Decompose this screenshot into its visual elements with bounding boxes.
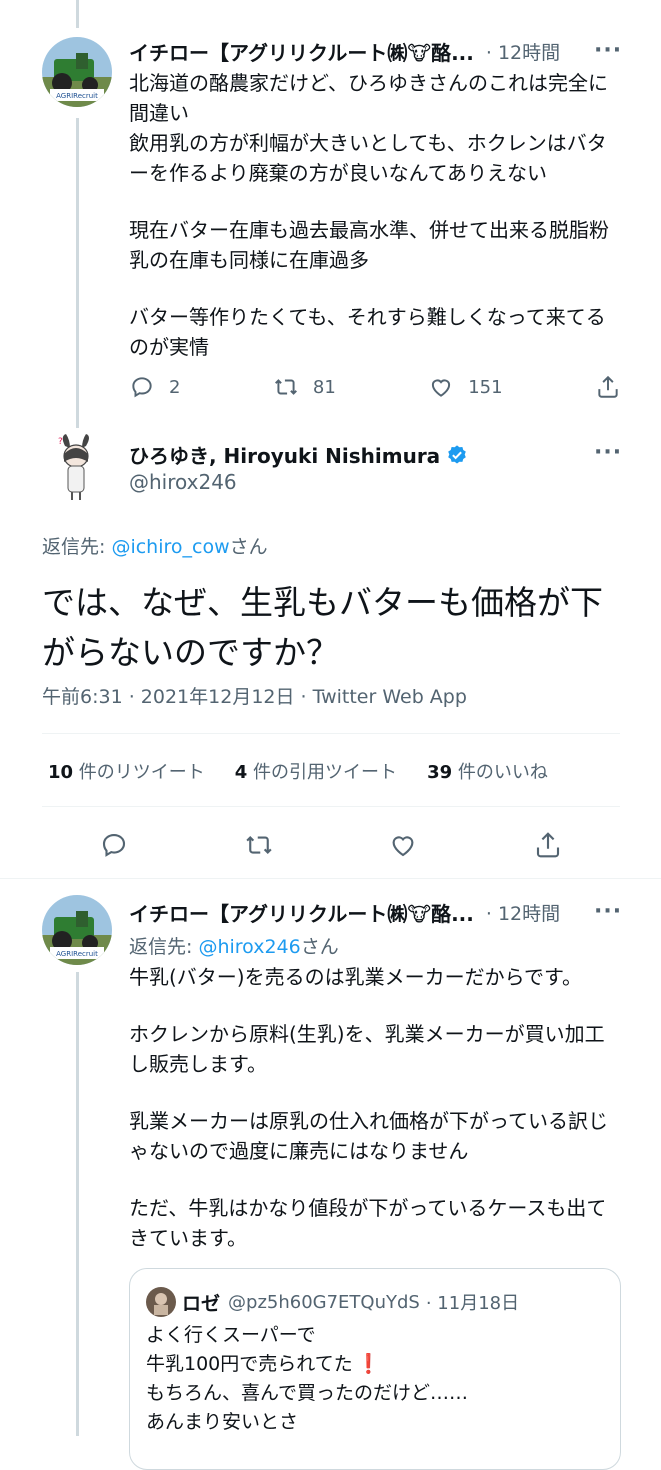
- thread-line-top: [76, 0, 79, 28]
- main-divider-3: [0, 878, 661, 879]
- tweet1-line-4: バター等作りたくても、それすら難しくなって来てるのが実情: [129, 305, 606, 359]
- tweet1-time[interactable]: · 12時間: [486, 38, 560, 65]
- tweet3-reply-to: 返信先: @hirox246さん: [129, 932, 339, 959]
- main-tweet-text: では、なぜ、生乳もバターも価格が下がらないのですか？: [42, 583, 603, 672]
- svg-text:?: ?: [58, 437, 63, 447]
- main-more-icon[interactable]: ···: [594, 440, 622, 465]
- tweet1-like-button[interactable]: 151: [428, 374, 503, 400]
- reply-icon: [132, 377, 152, 398]
- tweet3-reply-to-prefix: 返信先:: [129, 936, 199, 958]
- quote-author-handle[interactable]: @pz5h60G7ETQuYdS: [228, 1292, 420, 1313]
- tweet3-line-1: 牛乳(バター)を売るのは乳業メーカーだからです。: [129, 965, 583, 989]
- stat-quotes-count: 4: [234, 762, 248, 783]
- tweet3-line-2: ホクレンから原料(生乳)を、乳業メーカーが買い加工し販売します。: [129, 1022, 605, 1076]
- tweet1-retweet-count: 81: [312, 376, 336, 398]
- quote-line-2-wrap: 牛乳100円で売られてた ❗: [146, 1350, 468, 1379]
- stat-likes[interactable]: 39 件のいいね: [427, 758, 548, 784]
- tweet1-line-1: 北海道の酪農家だけど、ひろゆきさんのこれは完全に間違い: [129, 71, 608, 125]
- thread-line-tweet3: [76, 972, 79, 1436]
- main-actions: [99, 830, 563, 860]
- quote-tweet-card[interactable]: ロゼ @pz5h60G7ETQuYdS · 11月18日 よく行くスーパーで 牛…: [129, 1268, 621, 1470]
- tweet1-like-count: 151: [468, 376, 503, 398]
- avatar-ichiro-2[interactable]: AGRIRecruit: [42, 895, 112, 965]
- main-retweet-icon[interactable]: [244, 830, 274, 860]
- quote-date[interactable]: · 11月18日: [426, 1289, 519, 1315]
- verified-badge-icon: [448, 444, 466, 464]
- tweet1-text: 北海道の酪農家だけど、ひろゆきさんのこれは完全に間違い 飲用乳の方が利幅が大きい…: [129, 68, 617, 362]
- tweet3-reply-to-handle[interactable]: @hirox246: [198, 936, 300, 958]
- exclamation-icon: ❗: [356, 1353, 381, 1375]
- main-like-icon[interactable]: [388, 830, 418, 860]
- tweet3-header: イチロー【アグリリクルート㈱🐮酪... · 12時間: [129, 898, 560, 927]
- main-stats: 10 件のリツイート 4 件の引用ツイート 39 件のいいね: [48, 758, 548, 784]
- tweet3-more-icon[interactable]: ···: [594, 899, 622, 924]
- avatar-hiroyuki[interactable]: ?: [42, 432, 112, 502]
- main-share-icon[interactable]: [533, 830, 563, 860]
- tweet3-time[interactable]: · 12時間: [486, 899, 560, 926]
- main-author-name[interactable]: ひろゆき, Hiroyuki Nishimura: [129, 440, 440, 469]
- quote-line-2: 牛乳100円で売られてた: [146, 1353, 353, 1375]
- main-reply-icon[interactable]: [99, 830, 129, 860]
- stat-likes-label: 件のいいね: [452, 762, 548, 783]
- quote-line-1: よく行くスーパーで: [146, 1324, 316, 1346]
- tweet3-line-3: 乳業メーカーは原乳の仕入れ価格が下がっている訳じゃないので過度に廉売にはなりませ…: [129, 1109, 608, 1163]
- main-reply-to-handle[interactable]: @ichiro_cow: [111, 536, 229, 558]
- tweet1-author-name[interactable]: イチロー【アグリリクルート㈱🐮酪...: [129, 37, 474, 66]
- heart-icon: [432, 379, 451, 397]
- tweet1-share-button[interactable]: [595, 374, 621, 400]
- main-tweet-header: ひろゆき, Hiroyuki Nishimura: [129, 440, 468, 469]
- quote-avatar[interactable]: [146, 1287, 176, 1317]
- main-divider-1: [42, 733, 620, 734]
- main-reply-to: 返信先: @ichiro_cowさん: [42, 532, 268, 559]
- stat-quotes[interactable]: 4 件の引用ツイート: [235, 758, 397, 784]
- main-divider-2: [42, 806, 620, 807]
- main-reply-to-suffix: さん: [229, 536, 268, 558]
- stat-quotes-label: 件の引用ツイート: [247, 762, 398, 783]
- main-reply-to-prefix: 返信先:: [42, 536, 112, 558]
- quote-line-3: もちろん、喜んで買ったのだけど……: [146, 1382, 469, 1404]
- thread-line-tweet1: [76, 118, 79, 428]
- tweet1-actions: 2 81 151: [129, 374, 621, 400]
- main-author-handle[interactable]: @hirox246: [129, 470, 237, 494]
- svg-text:AGRIRecruit: AGRIRecruit: [56, 950, 98, 958]
- tweet3-text: 牛乳(バター)を売るのは乳業メーカーだからです。 ホクレンから原料(生乳)を、乳…: [129, 962, 621, 1253]
- tweet1-line-3: 現在バター在庫も過去最高水準、併せて出来る脱脂粉乳の在庫も同様に在庫過多: [129, 218, 609, 272]
- stat-retweets-label: 件のリツイート: [73, 762, 205, 783]
- stat-retweets-count: 10: [48, 762, 74, 783]
- tweet1-reply-button[interactable]: 2: [129, 374, 180, 400]
- svg-text:AGRIRecruit: AGRIRecruit: [56, 92, 98, 100]
- avatar-ichiro[interactable]: AGRIRecruit: [42, 37, 112, 107]
- tweet1-reply-count: 2: [169, 376, 181, 398]
- stat-retweets[interactable]: 10 件のリツイート: [48, 758, 205, 784]
- stat-likes-count: 39: [427, 762, 453, 783]
- tweet3-author-name[interactable]: イチロー【アグリリクルート㈱🐮酪...: [129, 898, 474, 927]
- retweet-icon: [274, 379, 297, 395]
- quote-text: よく行くスーパーで 牛乳100円で売られてた ❗ もちろん、喜んで買ったのだけど……: [146, 1321, 468, 1437]
- quote-line-4: あんまり安いとさ: [146, 1411, 299, 1433]
- quote-header: ロゼ @pz5h60G7ETQuYdS · 11月18日: [146, 1287, 519, 1317]
- tweet1-line-2: 飲用乳の方が利幅が大きいとしても、ホクレンはバターを作るより廃棄の方が良いなんて…: [129, 131, 607, 185]
- main-timestamp[interactable]: 午前6:31 · 2021年12月12日 · Twitter Web App: [42, 682, 467, 709]
- quote-author-name[interactable]: ロゼ: [182, 1289, 220, 1316]
- tweet1-header: イチロー【アグリリクルート㈱🐮酪... · 12時間: [129, 37, 560, 66]
- share-icon: [598, 375, 618, 398]
- tweet1-more-icon[interactable]: ···: [594, 38, 622, 63]
- tweet3-line-4: ただ、牛乳はかなり値段が下がっているケースも出てきています。: [129, 1196, 607, 1250]
- tweet1-retweet-button[interactable]: 81: [273, 374, 336, 400]
- tweet3-reply-to-suffix: さん: [300, 936, 339, 958]
